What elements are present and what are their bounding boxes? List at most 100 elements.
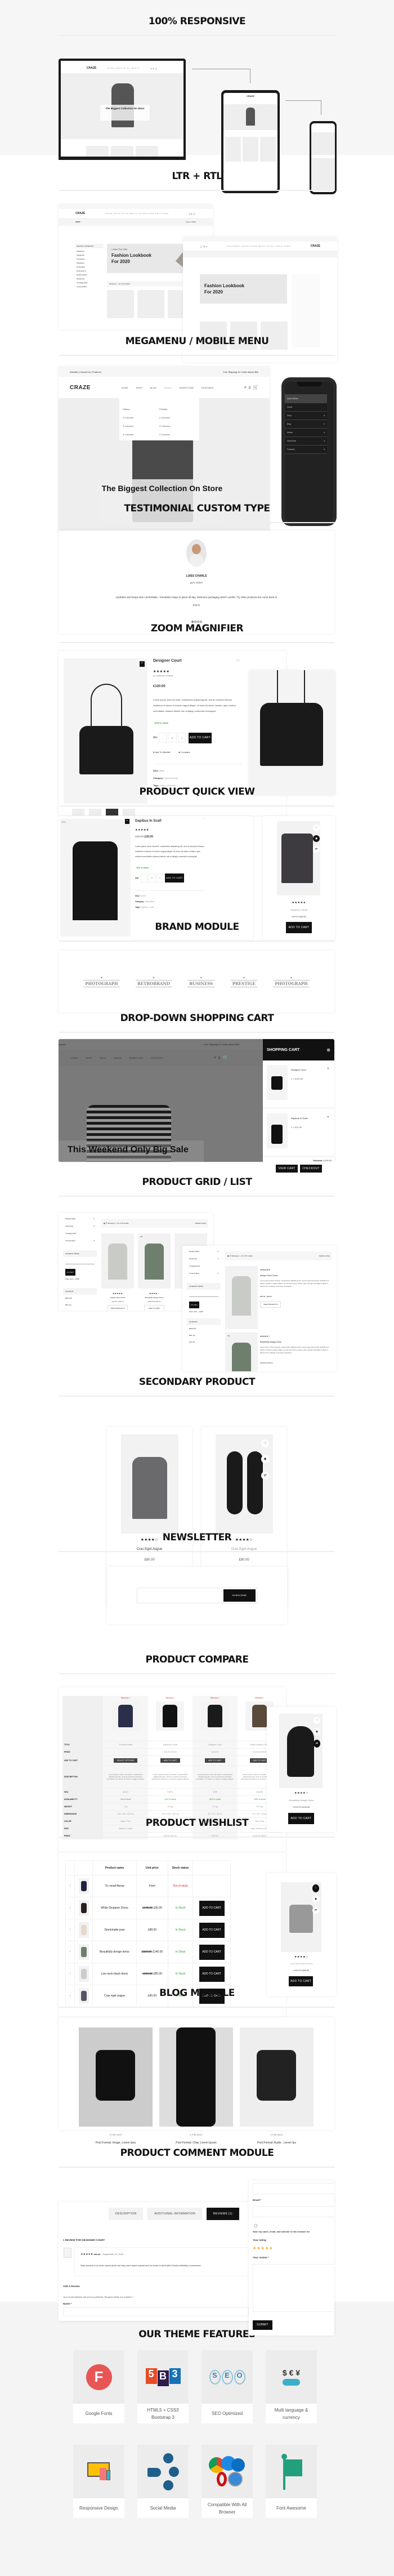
- mobile-menu-item[interactable]: Shortcode ▾: [285, 437, 327, 445]
- chevron-down-icon[interactable]: ▾: [324, 448, 325, 451]
- nav-item-shop[interactable]: SHOP: [86, 1057, 92, 1059]
- list-view-icon[interactable]: ☰: [106, 1222, 108, 1224]
- product-image[interactable]: 7%: [138, 1233, 171, 1289]
- mobile-menu-item[interactable]: Blog ▾: [285, 420, 327, 429]
- megamenu-link[interactable]: 2 Columns: [159, 413, 196, 422]
- product-name[interactable]: Tic small Alesai: [92, 1875, 137, 1897]
- wishlist-link[interactable]: ♥ Add To Wishlist: [153, 751, 171, 754]
- nav-item-home[interactable]: HOME: [71, 1057, 78, 1059]
- wishlist-icon[interactable]: ♡: [312, 1884, 319, 1892]
- color-filter[interactable]: Pink (5): [65, 1308, 95, 1311]
- category-link[interactable]: Lobortisem: [77, 257, 102, 261]
- product-thumb[interactable]: [78, 1878, 89, 1894]
- tab-description[interactable]: DESCRIPTION: [109, 2208, 144, 2220]
- cart-item-name[interactable]: Designer Court: [291, 1068, 306, 1071]
- product-thumb[interactable]: [78, 1922, 89, 1938]
- zoom-icon[interactable]: ⌕: [125, 819, 129, 824]
- top-link[interactable]: Wishlist |: [70, 371, 79, 373]
- list-view-icon[interactable]: ☰: [230, 1255, 231, 1257]
- qty-input[interactable]: 1: [148, 873, 156, 883]
- nav-item-features[interactable]: FEATURES: [151, 1057, 163, 1059]
- chevron-down-icon[interactable]: ▾: [324, 440, 325, 442]
- blog-image[interactable]: [79, 2027, 153, 2127]
- top-link[interactable]: Features: [92, 371, 101, 373]
- wishlist-icon[interactable]: ♡: [261, 1439, 269, 1447]
- compare-icon[interactable]: ⇄: [313, 846, 320, 853]
- quickview-icon[interactable]: ◉: [312, 1896, 319, 1902]
- brand-logo[interactable]: ✦ PRESTIGE: [230, 976, 257, 987]
- brand-logo[interactable]: ✦ PHOTOGRAPH: [273, 976, 310, 987]
- chevron-down-icon[interactable]: ▾: [324, 423, 325, 425]
- nav-arrows[interactable]: ‹ ›: [236, 659, 240, 662]
- brand-logo[interactable]: ✦ PHOTOGRAPH: [83, 976, 120, 987]
- category-link[interactable]: Scelerique ▾: [65, 1223, 95, 1230]
- website-input[interactable]: [253, 2183, 334, 2194]
- megamenu-link[interactable]: 2 Columns: [123, 413, 159, 422]
- mobile-menu-item[interactable]: Media ▾: [285, 429, 327, 437]
- megamenu-link[interactable]: Portfolio: [159, 405, 196, 413]
- product-button[interactable]: VIEW PRODUCTS: [260, 1301, 281, 1308]
- category-link[interactable]: Uncategorized: [189, 1263, 218, 1270]
- nav-item-media[interactable]: MEDIA: [114, 1057, 121, 1059]
- add-to-cart-button[interactable]: ADD TO CART: [160, 1758, 181, 1763]
- category-link[interactable]: Scelerique ▾: [189, 1255, 218, 1263]
- remove-link[interactable]: Remove ×: [238, 1696, 282, 1699]
- close-icon[interactable]: □: [204, 817, 205, 821]
- product-name[interactable]: Beautifully design dress: [92, 1941, 137, 1963]
- brand-logo[interactable]: ✦ BUSINESS: [187, 976, 215, 987]
- product-image[interactable]: [225, 1266, 258, 1329]
- add-to-cart-button[interactable]: ADD TO CART: [189, 733, 212, 743]
- chevron-down-icon[interactable]: ▾: [93, 1237, 95, 1245]
- remove-icon[interactable]: ×: [65, 1875, 75, 1897]
- save-info-checkbox[interactable]: [254, 2224, 257, 2227]
- qty-stepper[interactable]: - 1 +: [141, 873, 163, 883]
- remove-link[interactable]: Remove ×: [103, 1696, 147, 1699]
- close-icon[interactable]: ⊗: [326, 1048, 330, 1053]
- remove-icon[interactable]: ×: [65, 1919, 75, 1941]
- grid-view-icon[interactable]: ▦: [104, 1222, 105, 1224]
- chevron-down-icon[interactable]: ▾: [324, 431, 325, 434]
- checkout-button[interactable]: CHECKOUT: [300, 1165, 322, 1173]
- add-to-cart-button[interactable]: ADD TO CART: [199, 1922, 225, 1938]
- category-link[interactable]: Unrecomilled: [77, 285, 102, 289]
- blog-image[interactable]: [159, 2027, 233, 2127]
- chevron-down-icon[interactable]: ▾: [93, 1223, 95, 1230]
- chevron-down-icon[interactable]: ▾: [217, 1248, 218, 1255]
- quickview-icon[interactable]: ◉: [261, 1455, 269, 1463]
- megamenu-link[interactable]: Gallery: [123, 405, 159, 413]
- nav-item-shop[interactable]: SHOP: [136, 386, 142, 389]
- product-name[interactable]: Antique Short Dress: [101, 1296, 134, 1299]
- category-link[interactable]: Unrecomilled ▾: [65, 1237, 95, 1245]
- product-name[interactable]: Antique Short Dress: [260, 1274, 277, 1277]
- tab-additional[interactable]: ADDITIONAL INFORMATION: [147, 2208, 202, 2220]
- megamenu-link[interactable]: 4 Columns: [159, 430, 196, 439]
- header-icons[interactable]: ⌕ ♙ 🛒: [244, 385, 258, 390]
- wishlist-icon[interactable]: ♡: [314, 1717, 320, 1724]
- category-link[interactable]: Scelerique: [77, 277, 102, 281]
- megamenu-link[interactable]: 3 Columns: [159, 422, 196, 430]
- logo[interactable]: CRAZE: [70, 385, 91, 391]
- add-to-cart-button[interactable]: ADD TO CART: [199, 1944, 225, 1960]
- wishlist-icon[interactable]: ♡: [313, 825, 320, 831]
- view-cart-button[interactable]: VIEW CART: [276, 1165, 298, 1173]
- nav-item-blog[interactable]: BLOG: [150, 386, 156, 389]
- remove-link[interactable]: Remove ×: [148, 1696, 192, 1699]
- filter-button[interactable]: FILTER: [65, 1269, 75, 1276]
- category-link[interactable]: Indigoritas: [77, 253, 102, 257]
- product-name[interactable]: Stretchable jean: [92, 1919, 137, 1941]
- category-link[interactable]: Nuprdomdant: [77, 273, 102, 277]
- category-link[interactable]: Nunbestad: [77, 265, 102, 269]
- megamenu-link[interactable]: 3 Columns: [123, 422, 159, 430]
- category-link[interactable]: Nuprdomdant ▾: [189, 1248, 218, 1255]
- category-link[interactable]: Adipiscing: [77, 249, 102, 253]
- product-thumb[interactable]: [78, 1944, 89, 1960]
- category-link[interactable]: Unrecomilled ▾: [189, 1270, 218, 1277]
- compare-icon[interactable]: ⇄: [314, 1740, 320, 1748]
- remove-icon[interactable]: ×: [65, 1897, 75, 1919]
- cart-item-name[interactable]: Dapibus In Scalf: [291, 1117, 307, 1120]
- color-filter[interactable]: Blue (4): [65, 1302, 95, 1308]
- remove-link[interactable]: Remove ×: [192, 1696, 237, 1699]
- subscribe-button[interactable]: SUBSCRIBE: [223, 1589, 256, 1602]
- nav-item-blog[interactable]: BLOG: [100, 1057, 106, 1059]
- compare-icon[interactable]: ⇄: [261, 1472, 269, 1479]
